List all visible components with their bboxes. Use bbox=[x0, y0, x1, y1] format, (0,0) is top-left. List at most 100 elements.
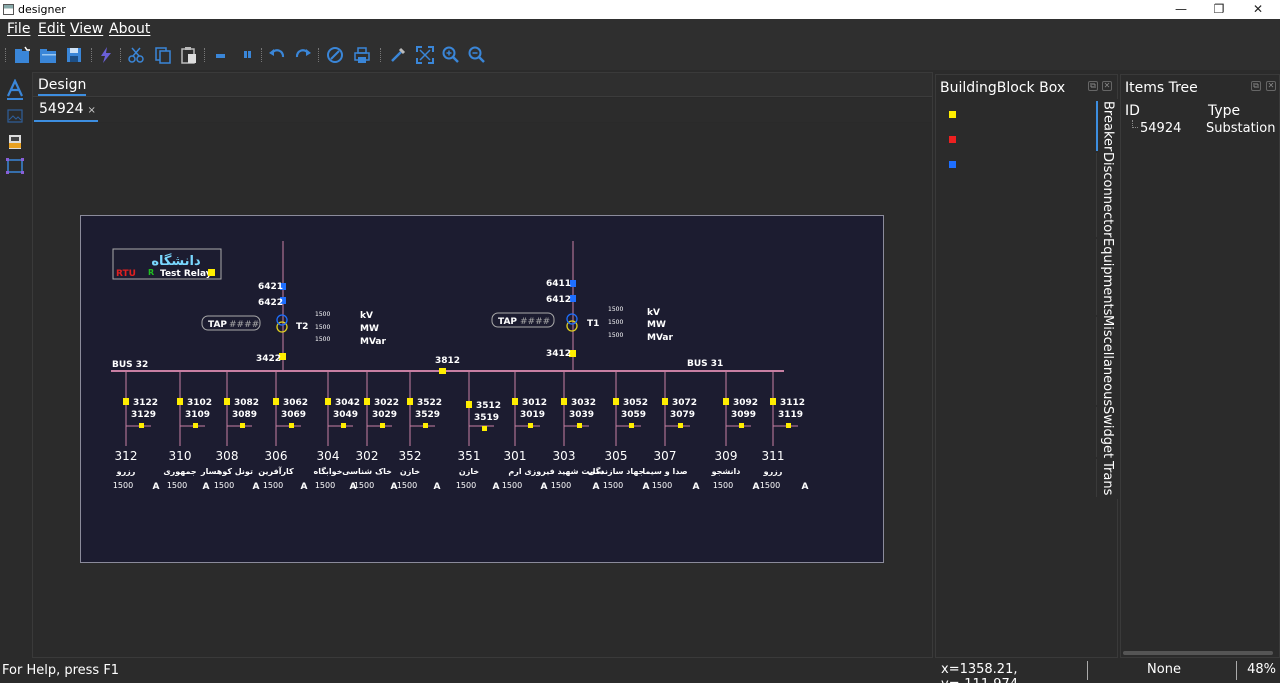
fit-screen-icon[interactable] bbox=[414, 44, 436, 66]
feeder-earth-switch[interactable] bbox=[193, 423, 198, 428]
feeder-number: 351 bbox=[458, 449, 481, 463]
feeder-bottom-label: 3079 bbox=[670, 410, 695, 420]
text-tool-icon[interactable] bbox=[5, 79, 25, 100]
open-folder-icon[interactable] bbox=[37, 44, 59, 66]
breaker-swatch-yellow[interactable] bbox=[949, 111, 956, 118]
coupler-label: 3812 bbox=[435, 356, 460, 366]
substation-diagram[interactable]: دانشگاه RTU R Test Relay BUS 32 BUS 31 3… bbox=[80, 215, 884, 563]
undo-icon[interactable] bbox=[266, 44, 288, 66]
feeder-breaker[interactable] bbox=[662, 398, 668, 405]
feeder-breaker[interactable] bbox=[273, 398, 279, 405]
column-header-type[interactable]: Type bbox=[1208, 103, 1240, 119]
feeder-unit: A bbox=[434, 482, 441, 492]
copy-icon[interactable] bbox=[152, 44, 174, 66]
feeder-breaker[interactable] bbox=[512, 398, 518, 405]
tree-row-id[interactable]: 54924 bbox=[1140, 121, 1181, 136]
lightning-icon[interactable] bbox=[95, 44, 117, 66]
feeder-breaker[interactable] bbox=[325, 398, 331, 405]
feeder-earth-switch[interactable] bbox=[739, 423, 744, 428]
feeder-breaker[interactable] bbox=[123, 398, 129, 405]
print-icon[interactable] bbox=[351, 44, 373, 66]
feeder-breaker[interactable] bbox=[177, 398, 183, 405]
feeder-group: 31223129312رزرو1500 A31023109310جمهوری150… bbox=[113, 371, 809, 492]
document-tab-bar: 54924 × bbox=[33, 98, 932, 122]
zoom-out-icon[interactable] bbox=[466, 44, 488, 66]
feeder-earth-switch[interactable] bbox=[423, 423, 428, 428]
settings-icon[interactable] bbox=[324, 44, 346, 66]
feeder-earth-switch[interactable] bbox=[482, 426, 487, 431]
tab-disconnector[interactable]: Disconnector bbox=[1096, 152, 1118, 238]
cut-icon[interactable] bbox=[125, 44, 147, 66]
tab-breaker[interactable]: Breaker bbox=[1096, 101, 1118, 151]
feeder-breaker[interactable] bbox=[466, 401, 472, 408]
feeder-breaker[interactable] bbox=[613, 398, 619, 405]
feeder-earth-switch[interactable] bbox=[786, 423, 791, 428]
close-button[interactable]: ✕ bbox=[1243, 1, 1273, 18]
align-horizontal-icon[interactable] bbox=[209, 44, 231, 66]
minimize-button[interactable]: — bbox=[1166, 1, 1196, 18]
feeder-rating: 1500 bbox=[315, 481, 335, 490]
feeder-earth-switch[interactable] bbox=[629, 423, 634, 428]
feeder-breaker[interactable] bbox=[224, 398, 230, 405]
dock-float-icon[interactable]: ⧉ bbox=[1088, 81, 1098, 91]
feeder-top-label: 3062 bbox=[283, 398, 308, 408]
tab-miscellaneous[interactable]: Miscellaneous bbox=[1096, 315, 1118, 407]
tab-trans[interactable]: Trans bbox=[1096, 459, 1118, 497]
horizontal-scrollbar[interactable] bbox=[1121, 650, 1280, 656]
feeder-breaker[interactable] bbox=[770, 398, 776, 405]
redo-icon[interactable] bbox=[292, 44, 314, 66]
feeder-earth-switch[interactable] bbox=[341, 423, 346, 428]
feeder-breaker[interactable] bbox=[723, 398, 729, 405]
feeder-earth-switch[interactable] bbox=[139, 423, 144, 428]
align-vertical-icon[interactable] bbox=[236, 44, 258, 66]
tab-swidget[interactable]: Swidget bbox=[1096, 406, 1118, 458]
feeder-earth-switch[interactable] bbox=[528, 423, 533, 428]
paste-icon[interactable] bbox=[178, 44, 200, 66]
feeder-number: 306 bbox=[265, 449, 288, 463]
dock-close-icon[interactable]: ✕ bbox=[1266, 81, 1276, 91]
breaker-swatch-red[interactable] bbox=[949, 136, 956, 143]
feeder-earth-switch[interactable] bbox=[577, 423, 582, 428]
rectangle-tool-icon[interactable] bbox=[5, 156, 25, 176]
relay-label: Test Relay bbox=[160, 269, 212, 279]
feeder-earth-switch[interactable] bbox=[380, 423, 385, 428]
feeder-earth-switch[interactable] bbox=[678, 423, 683, 428]
restore-button[interactable]: ❐ bbox=[1204, 1, 1234, 18]
feeder-number: 308 bbox=[216, 449, 239, 463]
menu-view[interactable]: View bbox=[70, 21, 103, 37]
toolbar-separator bbox=[380, 48, 382, 62]
buildingblock-dock: BuildingBlock Box ⧉ ✕ Breaker Disconnect… bbox=[935, 74, 1118, 658]
tree-row-type[interactable]: Substation bbox=[1206, 121, 1275, 136]
save-icon[interactable] bbox=[63, 44, 85, 66]
feeder-bottom-label: 3069 bbox=[281, 410, 306, 420]
image-tool-icon[interactable] bbox=[5, 106, 25, 126]
tab-equipments[interactable]: Equipments bbox=[1096, 238, 1118, 316]
column-header-id[interactable]: ID bbox=[1125, 103, 1140, 119]
new-file-icon[interactable] bbox=[11, 44, 33, 66]
feeder-bottom-label: 3029 bbox=[372, 410, 397, 420]
breaker-swatch-blue[interactable] bbox=[949, 161, 956, 168]
feeder-name: خازن bbox=[400, 467, 420, 476]
menu-file[interactable]: File bbox=[7, 21, 30, 37]
relay-indicator[interactable] bbox=[208, 269, 215, 276]
dock-float-icon[interactable]: ⧉ bbox=[1251, 81, 1261, 91]
feeder-name: تونل کوهسار bbox=[200, 467, 253, 476]
eyedropper-icon[interactable] bbox=[387, 44, 409, 66]
feeder-breaker[interactable] bbox=[407, 398, 413, 405]
menu-edit[interactable]: Edit bbox=[38, 21, 65, 37]
zoom-in-icon[interactable] bbox=[440, 44, 462, 66]
feeder-earth-switch[interactable] bbox=[240, 423, 245, 428]
feeder-breaker[interactable] bbox=[561, 398, 567, 405]
dock-close-icon[interactable]: ✕ bbox=[1102, 81, 1112, 91]
feeder-breaker[interactable] bbox=[364, 398, 370, 405]
svg-tool-icon[interactable] bbox=[5, 132, 25, 152]
t2-tap-label: TAP bbox=[208, 320, 227, 330]
design-dock-title[interactable]: Design bbox=[38, 77, 87, 96]
document-tab[interactable]: 54924 × bbox=[34, 99, 98, 122]
t2-unit-mvar: MVar bbox=[360, 337, 387, 347]
coupler-breaker[interactable] bbox=[439, 368, 446, 374]
scrollbar-thumb[interactable] bbox=[1123, 651, 1273, 655]
feeder-earth-switch[interactable] bbox=[289, 423, 294, 428]
tab-close-icon[interactable]: × bbox=[88, 105, 96, 116]
menu-about[interactable]: About bbox=[109, 21, 150, 37]
